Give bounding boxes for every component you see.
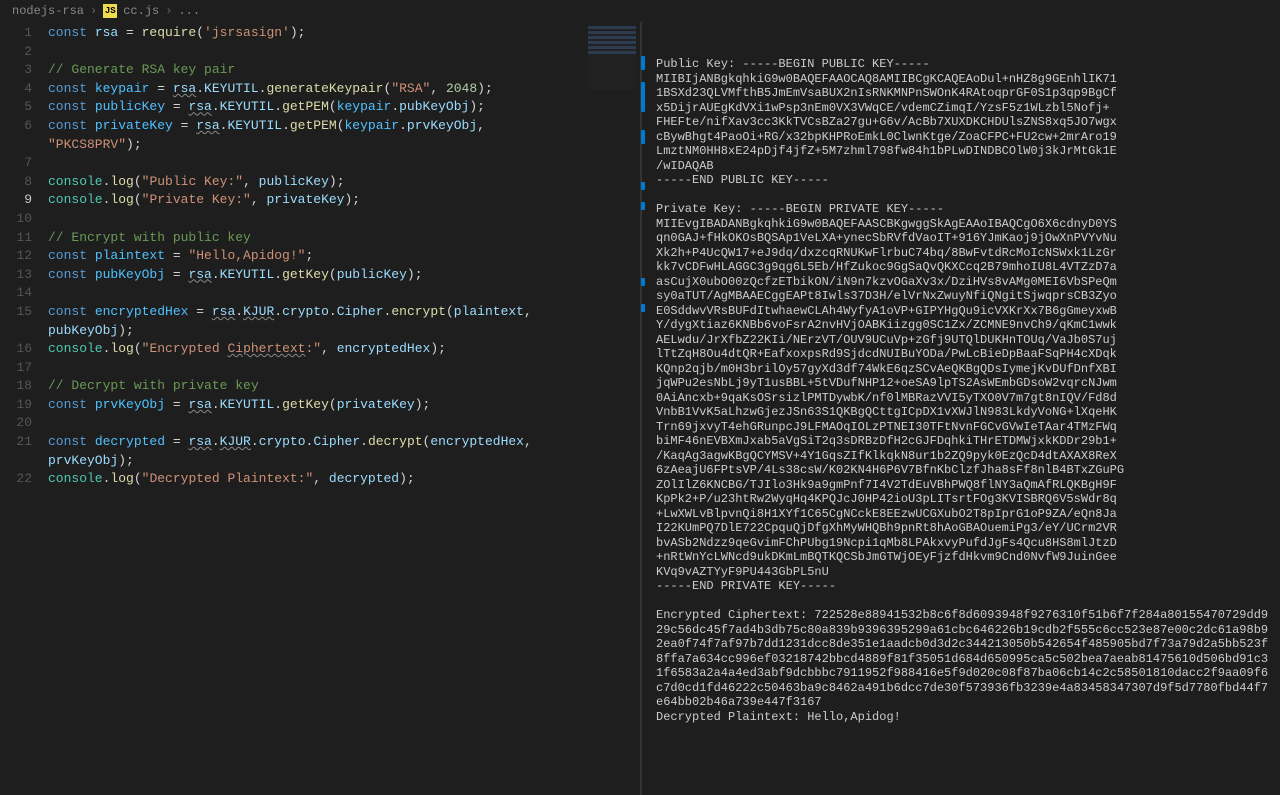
line-number: 17 xyxy=(0,359,32,378)
line-number: 1 xyxy=(0,24,32,43)
code-line[interactable]: pubKeyObj); xyxy=(48,322,640,341)
line-number: 16 xyxy=(0,340,32,359)
code-editor[interactable]: 12345678910111213141516171819202122 cons… xyxy=(0,22,640,795)
code-line[interactable]: const privateKey = rsa.KEYUTIL.getPEM(ke… xyxy=(48,117,640,136)
code-line[interactable]: const encryptedHex = rsa.KJUR.crypto.Cip… xyxy=(48,303,640,322)
line-number xyxy=(0,136,32,155)
code-line[interactable]: console.log("Decrypted Plaintext:", decr… xyxy=(48,470,640,489)
code-line[interactable]: console.log("Private Key:", privateKey); xyxy=(48,191,640,210)
main-split: 12345678910111213141516171819202122 cons… xyxy=(0,22,1280,795)
line-number: 3 xyxy=(0,61,32,80)
line-number: 11 xyxy=(0,229,32,248)
code-line[interactable]: console.log("Encrypted Ciphertext:", enc… xyxy=(48,340,640,359)
minimap[interactable] xyxy=(588,26,636,90)
code-line[interactable] xyxy=(48,359,640,378)
code-line[interactable] xyxy=(48,284,640,303)
line-number xyxy=(0,452,32,471)
line-number: 14 xyxy=(0,284,32,303)
terminal-output[interactable]: Public Key: -----BEGIN PUBLIC KEY----- M… xyxy=(642,22,1280,795)
code-line[interactable] xyxy=(48,154,640,173)
line-number: 5 xyxy=(0,98,32,117)
breadcrumb[interactable]: nodejs-rsa › JS cc.js › ... xyxy=(0,0,1280,22)
line-number: 6 xyxy=(0,117,32,136)
code-line[interactable]: // Encrypt with public key xyxy=(48,229,640,248)
code-line[interactable]: "PKCS8PRV"); xyxy=(48,136,640,155)
split-handle[interactable] xyxy=(640,22,642,795)
line-number: 22 xyxy=(0,470,32,489)
code-line[interactable]: console.log("Public Key:", publicKey); xyxy=(48,173,640,192)
line-number: 4 xyxy=(0,80,32,99)
chevron-right-icon: › xyxy=(165,4,172,18)
code-line[interactable]: // Decrypt with private key xyxy=(48,377,640,396)
code-line[interactable]: const rsa = require('jsrsasign'); xyxy=(48,24,640,43)
breadcrumb-folder[interactable]: nodejs-rsa xyxy=(12,4,84,18)
chevron-right-icon: › xyxy=(90,4,97,18)
code-line[interactable]: const pubKeyObj = rsa.KEYUTIL.getKey(pub… xyxy=(48,266,640,285)
breadcrumb-rest[interactable]: ... xyxy=(178,4,200,18)
line-number: 20 xyxy=(0,414,32,433)
line-number: 8 xyxy=(0,173,32,192)
code-body[interactable]: const rsa = require('jsrsasign'); // Gene… xyxy=(48,22,640,795)
code-line[interactable]: const prvKeyObj = rsa.KEYUTIL.getKey(pri… xyxy=(48,396,640,415)
output-text: Public Key: -----BEGIN PUBLIC KEY----- M… xyxy=(656,57,1270,724)
line-number: 2 xyxy=(0,43,32,62)
line-number: 10 xyxy=(0,210,32,229)
js-file-icon: JS xyxy=(103,4,117,18)
code-line[interactable]: const plaintext = "Hello,Apidog!"; xyxy=(48,247,640,266)
code-line[interactable] xyxy=(48,414,640,433)
code-line[interactable] xyxy=(48,210,640,229)
line-number: 13 xyxy=(0,266,32,285)
line-number xyxy=(0,322,32,341)
code-line[interactable] xyxy=(48,43,640,62)
line-number: 9 xyxy=(0,191,32,210)
line-number: 18 xyxy=(0,377,32,396)
line-number: 19 xyxy=(0,396,32,415)
line-number: 21 xyxy=(0,433,32,452)
code-line[interactable]: const keypair = rsa.KEYUTIL.generateKeyp… xyxy=(48,80,640,99)
line-number: 12 xyxy=(0,247,32,266)
code-line[interactable]: // Generate RSA key pair xyxy=(48,61,640,80)
code-line[interactable]: const publicKey = rsa.KEYUTIL.getPEM(key… xyxy=(48,98,640,117)
code-line[interactable]: const decrypted = rsa.KJUR.crypto.Cipher… xyxy=(48,433,640,452)
line-number: 7 xyxy=(0,154,32,173)
breadcrumb-file[interactable]: cc.js xyxy=(123,4,159,18)
line-number-gutter: 12345678910111213141516171819202122 xyxy=(0,22,48,795)
code-line[interactable]: prvKeyObj); xyxy=(48,452,640,471)
line-number: 15 xyxy=(0,303,32,322)
